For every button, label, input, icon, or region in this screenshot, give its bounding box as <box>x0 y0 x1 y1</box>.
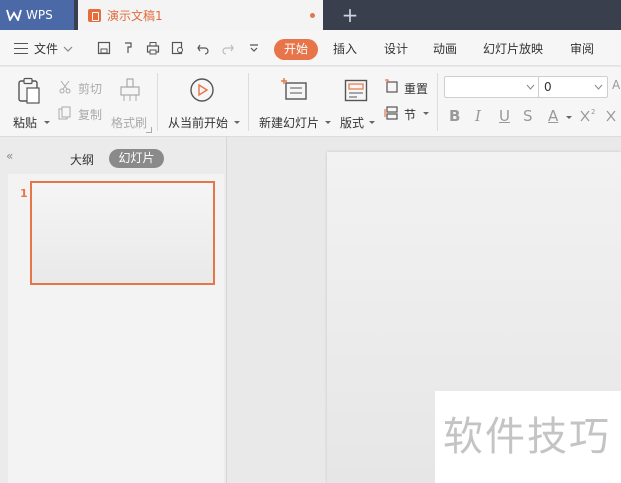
paste-dropdown-icon <box>44 121 50 124</box>
shadow-button[interactable]: S <box>523 107 533 125</box>
paste-label: 粘贴 <box>13 116 38 130</box>
unsaved-dot-icon <box>310 13 315 18</box>
section-label: 节 <box>404 108 417 122</box>
save-icon[interactable] <box>97 41 111 55</box>
reset-button[interactable]: 重置 <box>384 79 432 97</box>
reset-icon <box>385 79 398 93</box>
format-painter-button[interactable]: 格式刷 <box>110 75 150 131</box>
ribbon-separator <box>248 73 249 131</box>
clear-format-icon[interactable] <box>606 107 620 123</box>
file-menu[interactable]: 文件 <box>14 40 73 57</box>
file-menu-label: 文件 <box>34 42 59 56</box>
play-dropdown-icon <box>234 121 240 124</box>
ribbon-separator <box>157 73 158 131</box>
new-tab-button[interactable]: + <box>340 4 360 26</box>
chevron-down-icon <box>526 84 535 90</box>
new-slide-button[interactable]: 新建幻灯片 <box>256 75 332 131</box>
font-color-dropdown-icon[interactable] <box>566 116 572 119</box>
document-tab[interactable]: 演示文稿1 <box>78 0 323 30</box>
redo-icon[interactable] <box>221 41 235 55</box>
clipboard-dialog-launcher-icon[interactable] <box>146 127 152 133</box>
tab-review[interactable]: 审阅 <box>570 40 594 57</box>
superscript-icon[interactable]: 2 <box>580 107 598 123</box>
format-icon[interactable] <box>122 41 136 55</box>
bold-button[interactable]: B <box>449 107 460 125</box>
section-icon <box>384 106 398 120</box>
play-from-current-button[interactable]: 从当前开始 <box>165 75 240 131</box>
underline-button[interactable]: U <box>499 107 510 125</box>
paste-icon <box>18 77 40 104</box>
chevron-down-icon <box>63 46 73 52</box>
font-color-button[interactable]: A <box>548 107 558 125</box>
layout-dropdown-icon <box>369 121 375 124</box>
tab-design[interactable]: 设计 <box>384 40 408 57</box>
paste-button[interactable]: 粘贴 <box>10 75 50 131</box>
ribbon: 粘贴 剪切 复制 格式刷 从当前开始 新建幻灯片 版式 重置 节 0 A B I… <box>0 67 621 137</box>
font-size-value: 0 <box>544 80 552 94</box>
print-icon[interactable] <box>146 41 160 55</box>
scissors-icon <box>59 80 71 94</box>
wps-tab-label: WPS <box>26 8 53 22</box>
tab-start[interactable]: 开始 <box>274 39 318 60</box>
menu-hamburger-icon <box>14 43 28 54</box>
watermark-text: 软件技巧 <box>435 391 621 483</box>
tab-insert[interactable]: 插入 <box>333 40 357 57</box>
undo-icon[interactable] <box>196 41 210 55</box>
new-slide-icon <box>281 78 307 100</box>
section-dropdown-icon <box>423 112 429 115</box>
svg-text:2: 2 <box>591 108 595 116</box>
chevron-down-icon <box>594 84 603 90</box>
play-from-current-label: 从当前开始 <box>168 116 229 130</box>
print-preview-icon[interactable] <box>171 41 185 55</box>
menu-bar: 文件 开始 插入 设计 动画 幻灯片放映 审阅 <box>0 30 621 66</box>
cut-label: 剪切 <box>78 82 103 96</box>
slide-thumbnail[interactable] <box>30 181 215 285</box>
layout-button[interactable]: 版式 <box>338 75 378 131</box>
copy-button[interactable]: 复制 <box>58 105 104 123</box>
ribbon-separator <box>437 73 438 131</box>
copy-icon <box>58 106 71 120</box>
document-tab-label: 演示文稿1 <box>107 8 163 23</box>
wps-home-tab[interactable]: WPS <box>0 0 74 30</box>
layout-label: 版式 <box>340 116 365 130</box>
collapse-panel-button[interactable]: « <box>6 149 13 163</box>
layout-icon <box>344 79 368 102</box>
cut-button[interactable]: 剪切 <box>58 79 104 97</box>
tab-outline[interactable]: 大纲 <box>70 151 94 168</box>
tab-slideshow[interactable]: 幻灯片放映 <box>483 40 543 57</box>
copy-label: 复制 <box>78 108 103 122</box>
reset-label: 重置 <box>404 82 429 96</box>
italic-button[interactable]: I <box>475 107 481 125</box>
section-button[interactable]: 节 <box>384 105 430 123</box>
title-bar: WPS 演示文稿1 + <box>0 0 621 30</box>
font-size-select[interactable]: 0 <box>538 76 608 98</box>
increase-font-icon[interactable]: A <box>612 78 620 92</box>
format-painter-icon <box>120 78 140 101</box>
wps-logo-icon <box>6 9 22 21</box>
tab-slides[interactable]: 幻灯片 <box>109 149 164 168</box>
play-icon <box>190 78 214 102</box>
tab-animation[interactable]: 动画 <box>433 40 457 57</box>
font-name-select[interactable] <box>444 76 540 98</box>
presentation-file-icon <box>88 8 101 22</box>
new-slide-dropdown-icon <box>325 121 331 124</box>
slide-number: 1 <box>20 187 28 200</box>
format-painter-label: 格式刷 <box>111 116 148 130</box>
customize-quick-access-icon[interactable] <box>247 41 261 55</box>
new-slide-label: 新建幻灯片 <box>259 116 320 130</box>
